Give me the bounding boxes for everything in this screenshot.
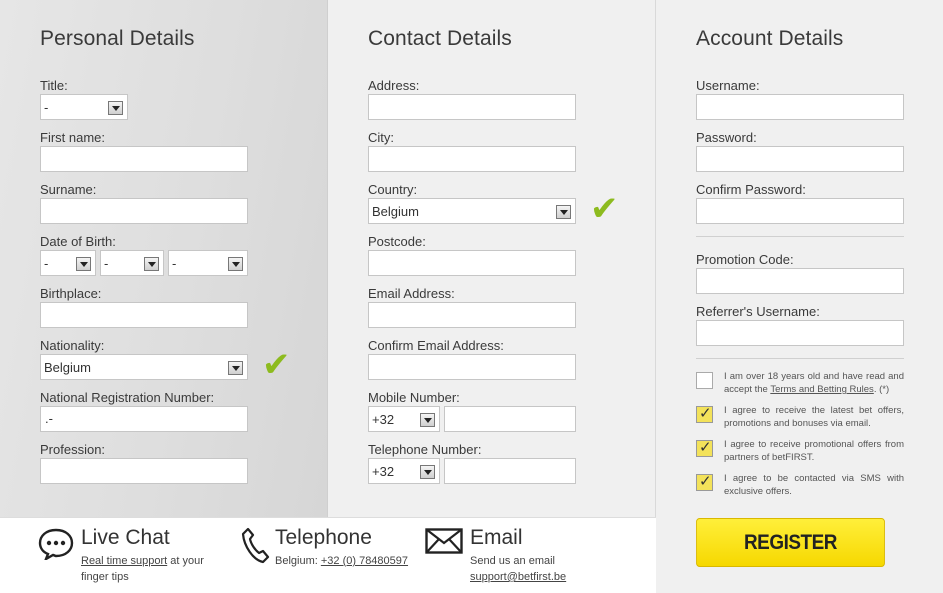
mobile-number-input[interactable] (444, 406, 576, 432)
confirm-email-label: Confirm Email Address: (368, 338, 504, 353)
promo-code-label: Promotion Code: (696, 252, 794, 267)
referrer-input[interactable] (696, 320, 904, 346)
telephone-title: Telephone (275, 526, 372, 549)
birthplace-input[interactable] (40, 302, 248, 328)
first-name-label: First name: (40, 130, 106, 145)
postcode-input[interactable] (368, 250, 576, 276)
chevron-down-icon (420, 413, 435, 427)
nrn-label: National Registration Number: (40, 390, 215, 405)
sms-offers-checkbox[interactable] (696, 472, 713, 491)
telephone-text: Belgium: +32 (0) 78480597 (275, 555, 409, 567)
register-button[interactable]: REGISTER (696, 518, 885, 567)
checkmark-icon: ✔ (590, 190, 619, 228)
dob-month-value: - (104, 256, 109, 271)
first-name-input[interactable] (40, 146, 248, 172)
chat-bubble-icon (38, 528, 74, 560)
country-select[interactable]: Belgium (368, 198, 576, 224)
nationality-value: Belgium (44, 360, 91, 375)
partner-offers-checkbox[interactable] (696, 438, 713, 457)
contact-details-heading: Contact Details (368, 27, 512, 50)
nationality-select[interactable]: Belgium (40, 354, 248, 380)
chevron-down-icon (228, 257, 243, 271)
dob-day-select[interactable]: - (40, 250, 96, 276)
country-label: Country: (368, 182, 418, 197)
username-input[interactable] (696, 94, 904, 120)
email-offers-text: I agree to receive the latest bet offers… (724, 405, 904, 429)
address-input[interactable] (368, 94, 576, 120)
personal-details-heading: Personal Details (40, 27, 195, 50)
dob-month-select[interactable]: - (100, 250, 164, 276)
partner-offers-text: I agree to receive promotional offers fr… (724, 439, 904, 463)
divider (696, 358, 904, 359)
account-details-heading: Account Details (696, 27, 844, 50)
referrer-label: Referrer's Username: (696, 304, 820, 319)
title-label: Title: (40, 78, 68, 93)
dob-year-value: - (172, 256, 177, 271)
surname-input[interactable] (40, 198, 248, 224)
nationality-label: Nationality: (40, 338, 105, 353)
dob-day-value: - (44, 256, 49, 271)
dob-label: Date of Birth: (40, 234, 116, 249)
live-chat-text: Real time support at your finger tips (81, 555, 204, 583)
phone-number-link[interactable]: +32 (0) 78480597 (321, 555, 408, 567)
email-label: Email Address: (368, 286, 455, 301)
terms-link[interactable]: Terms and Betting Rules (770, 384, 874, 395)
chevron-down-icon (108, 101, 123, 115)
city-input[interactable] (368, 146, 576, 172)
chevron-down-icon (556, 205, 571, 219)
mobile-prefix-value: +32 (372, 412, 395, 427)
username-label: Username: (696, 78, 760, 93)
title-select-value: - (44, 100, 49, 115)
telephone-label: Telephone Number: (368, 442, 482, 457)
age-terms-checkbox[interactable] (696, 372, 713, 389)
mobile-prefix-select[interactable]: +32 (368, 406, 440, 432)
title-select[interactable]: - (40, 94, 128, 120)
birthplace-label: Birthplace: (40, 286, 102, 301)
password-label: Password: (696, 130, 757, 145)
envelope-icon (425, 528, 463, 554)
dob-year-select[interactable]: - (168, 250, 248, 276)
promo-code-input[interactable] (696, 268, 904, 294)
chevron-down-icon (144, 257, 159, 271)
address-label: Address: (368, 78, 420, 93)
chevron-down-icon (76, 257, 91, 271)
confirm-password-label: Confirm Password: (696, 182, 806, 197)
checkmark-icon: ✔ (262, 346, 291, 384)
support-email-link[interactable]: support@betfirst.be (470, 571, 566, 583)
nrn-value: .- (45, 411, 53, 426)
telephone-number-input[interactable] (444, 458, 576, 484)
password-input[interactable] (696, 146, 904, 172)
age-terms-text: I am over 18 years old and have read and… (724, 371, 904, 395)
email-title: Email (470, 526, 523, 549)
email-text: Send us an email support@betfirst.be (470, 555, 567, 583)
confirm-password-input[interactable] (696, 198, 904, 224)
email-offers-checkbox[interactable] (696, 404, 713, 423)
country-value: Belgium (372, 204, 419, 219)
phone-icon (241, 527, 270, 564)
divider (696, 236, 904, 237)
email-input[interactable] (368, 302, 576, 328)
telephone-prefix-value: +32 (372, 464, 395, 479)
live-chat-title: Live Chat (81, 526, 170, 549)
chevron-down-icon (228, 361, 243, 375)
confirm-email-input[interactable] (368, 354, 576, 380)
postcode-label: Postcode: (368, 234, 426, 249)
telephone-prefix-select[interactable]: +32 (368, 458, 440, 484)
chevron-down-icon (420, 465, 435, 479)
profession-label: Profession: (40, 442, 106, 457)
surname-label: Surname: (40, 182, 97, 197)
real-time-support-link[interactable]: Real time support (81, 555, 167, 567)
nrn-input[interactable]: .- (40, 406, 248, 432)
profession-input[interactable] (40, 458, 248, 484)
city-label: City: (368, 130, 394, 145)
sms-offers-text: I agree to be contacted via SMS with exc… (724, 473, 904, 497)
mobile-label: Mobile Number: (368, 390, 460, 405)
